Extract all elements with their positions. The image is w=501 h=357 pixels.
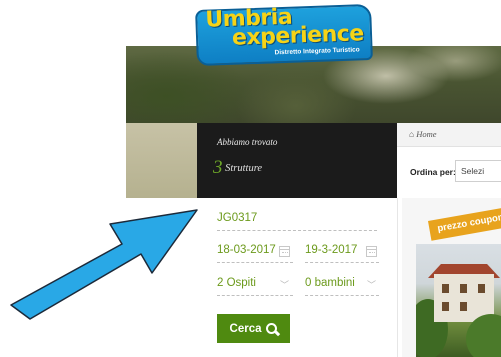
sort-select[interactable]: Selezi bbox=[455, 160, 501, 182]
chevron-down-icon[interactable]: ﹀ bbox=[280, 278, 289, 291]
children-underline bbox=[305, 295, 379, 296]
panel-divider bbox=[397, 198, 398, 357]
results-count: 3 Strutture bbox=[213, 157, 262, 179]
house-window bbox=[460, 284, 467, 293]
house-window bbox=[478, 284, 485, 293]
site-logo[interactable]: Umbria experience Distretto Integrato Tu… bbox=[195, 2, 373, 68]
checkin-date-input[interactable]: 18-03-2017 bbox=[217, 244, 276, 256]
calendar-icon[interactable] bbox=[366, 246, 377, 257]
code-input[interactable]: JG0317 bbox=[217, 212, 257, 224]
checkin-underline bbox=[217, 262, 293, 263]
checkout-underline bbox=[305, 262, 379, 263]
results-count-number: 3 bbox=[213, 157, 223, 178]
result-card-image[interactable] bbox=[416, 244, 501, 357]
results-heading: Abbiamo trovato bbox=[217, 137, 278, 147]
code-input-underline bbox=[217, 230, 377, 231]
search-icon bbox=[266, 323, 278, 334]
guests-underline bbox=[217, 295, 293, 296]
house-window bbox=[442, 284, 449, 293]
sort-label: Ordina per: bbox=[410, 167, 456, 177]
chevron-down-icon[interactable]: ﹀ bbox=[367, 278, 376, 291]
results-count-label: Strutture bbox=[225, 163, 263, 174]
guests-select[interactable]: 2 Ospiti bbox=[217, 277, 256, 289]
checkout-date-input[interactable]: 19-3-2017 bbox=[305, 244, 357, 256]
calendar-icon[interactable] bbox=[279, 246, 290, 257]
home-icon: ⌂ bbox=[409, 129, 415, 139]
breadcrumb-home[interactable]: Home bbox=[416, 129, 436, 139]
search-button-label: Cerca bbox=[229, 322, 262, 335]
search-button[interactable]: Cerca bbox=[217, 314, 290, 343]
children-select[interactable]: 0 bambini bbox=[305, 277, 355, 289]
breadcrumb[interactable]: ⌂ Home bbox=[409, 129, 437, 139]
house-window bbox=[442, 302, 449, 311]
house-window bbox=[460, 302, 467, 311]
